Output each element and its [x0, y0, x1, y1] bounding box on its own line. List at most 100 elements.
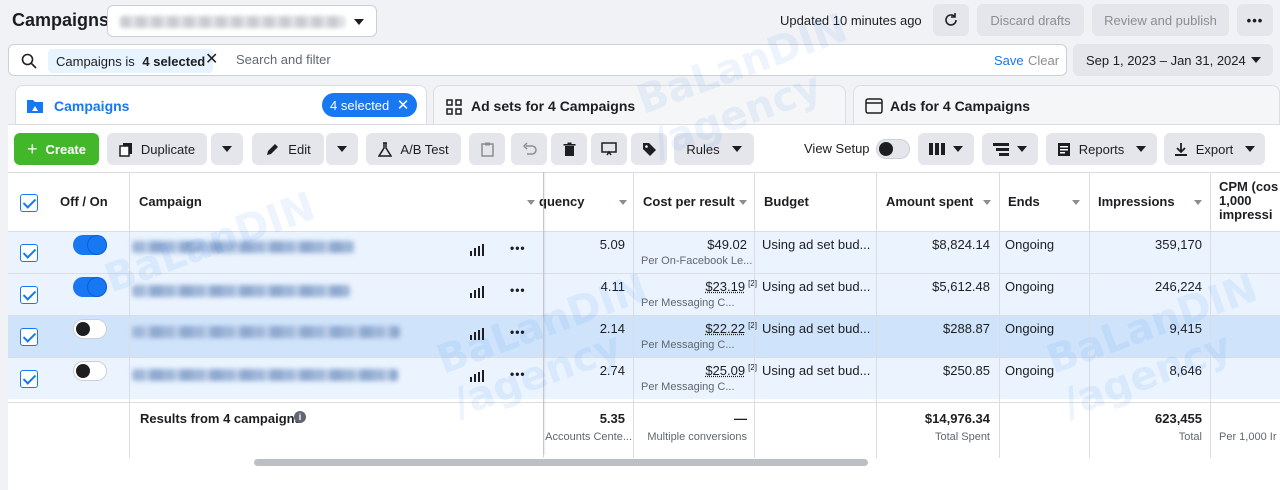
review-publish-button[interactable]: Review and publish [1092, 4, 1229, 36]
campaign-name-redacted[interactable] [132, 369, 398, 381]
duplicate-button[interactable]: Duplicate [107, 133, 207, 165]
column-divider [999, 173, 1000, 458]
campaign-name-redacted[interactable] [132, 241, 354, 253]
row-more-icon[interactable]: ••• [510, 367, 526, 381]
column-header-impressions[interactable]: Impressions [1098, 194, 1175, 209]
export-button[interactable]: Export [1164, 133, 1265, 165]
tab-campaigns[interactable]: Campaigns 4 selected ✕ [15, 85, 427, 127]
ab-test-button[interactable]: A/B Test [366, 133, 461, 165]
tab-campaigns-label: Campaigns [54, 98, 130, 114]
cost-per-result-value: $49.02 [707, 237, 747, 252]
edit-button[interactable]: Edit [252, 133, 324, 165]
breakdown-button[interactable] [982, 133, 1038, 165]
sort-icon[interactable] [1072, 200, 1080, 205]
total-frequency-subtext: Accounts Cente... [545, 431, 632, 443]
row-more-icon[interactable]: ••• [510, 325, 526, 339]
edit-label: Edit [288, 141, 311, 157]
footnote-marker: [2] [748, 363, 757, 372]
campaign-toggle[interactable] [73, 319, 107, 339]
discard-drafts-button[interactable]: Discard drafts [977, 4, 1084, 36]
clear-filter-link[interactable]: Clear [1028, 53, 1059, 68]
chart-bars-icon[interactable] [470, 328, 484, 340]
ad-account-select[interactable] [107, 5, 377, 37]
save-filter-link[interactable]: Save [994, 53, 1024, 68]
row-checkbox[interactable] [20, 328, 38, 346]
duplicate-dropdown[interactable] [211, 133, 243, 165]
row-more-icon[interactable]: ••• [510, 283, 526, 297]
edit-dropdown[interactable] [326, 133, 358, 165]
undo-button[interactable] [511, 133, 547, 165]
tag-button[interactable] [631, 133, 667, 165]
chevron-down-icon [1245, 146, 1256, 152]
preview-button[interactable] [591, 133, 627, 165]
chart-bars-icon[interactable] [470, 370, 484, 382]
create-label: Create [45, 141, 86, 157]
ab-test-label: A/B Test [400, 141, 449, 157]
tab-ad-sets[interactable]: Ad sets for 4 Campaigns [433, 85, 846, 127]
rules-button[interactable]: Rules [674, 133, 754, 165]
rules-label: Rules [686, 141, 720, 157]
reports-button[interactable]: Reports [1046, 133, 1157, 165]
sort-icon[interactable] [1194, 200, 1202, 205]
date-range-label: Sep 1, 2023 – Jan 31, 2024 [1086, 52, 1246, 68]
campaigns-table: Off / On Campaign quency Cost per result… [8, 172, 1280, 458]
reports-icon [1057, 142, 1070, 156]
more-options-button[interactable]: ••• [1237, 4, 1273, 36]
column-header-ends[interactable]: Ends [1008, 194, 1040, 209]
cost-per-result-subtext: Per On-Facebook Le... [641, 255, 753, 267]
column-header-cpm[interactable]: CPM (cos 1,000 impressi [1219, 180, 1278, 222]
selected-count-pill[interactable]: 4 selected ✕ [322, 93, 418, 117]
campaign-toggle[interactable] [73, 361, 107, 381]
grid-icon [446, 99, 462, 115]
columns-button[interactable] [918, 133, 974, 165]
campaign-toggle[interactable] [73, 235, 107, 255]
delete-button[interactable] [551, 133, 587, 165]
tab-ads[interactable]: Ads for 4 Campaigns [853, 85, 1280, 127]
campaign-name-redacted[interactable] [132, 326, 400, 338]
chart-bars-icon[interactable] [470, 244, 484, 256]
row-checkbox[interactable] [20, 244, 38, 262]
refresh-button[interactable] [933, 4, 969, 36]
create-button[interactable]: + Create [14, 133, 99, 165]
row-checkbox[interactable] [20, 286, 38, 304]
budget-value: Using ad set bud... [762, 363, 871, 378]
select-all-checkbox[interactable] [20, 194, 38, 212]
column-header-off-on: Off / On [60, 194, 108, 209]
remove-filter-icon[interactable]: ✕ [205, 51, 218, 69]
cpm-header-line3: impressi [1219, 207, 1273, 222]
column-header-budget[interactable]: Budget [764, 194, 809, 209]
selected-count-label: 4 selected [330, 97, 390, 113]
chart-bars-icon[interactable] [470, 286, 484, 298]
column-header-amount-spent[interactable]: Amount spent [886, 194, 973, 209]
column-header-cost-per-result[interactable]: Cost per result [643, 194, 735, 209]
campaign-name-redacted[interactable] [132, 285, 350, 297]
folder-icon [27, 100, 43, 113]
date-range-picker[interactable]: Sep 1, 2023 – Jan 31, 2024 [1073, 44, 1273, 76]
clipboard-button[interactable] [469, 133, 505, 165]
filter-chip-prefix: Campaigns is [56, 53, 139, 69]
budget-value: Using ad set bud... [762, 279, 871, 294]
footnote-marker: [2] [748, 279, 757, 288]
row-checkbox[interactable] [20, 370, 38, 388]
chevron-down-icon [1017, 146, 1027, 152]
campaign-toggle[interactable] [73, 277, 107, 297]
chevron-down-icon [1136, 146, 1147, 152]
view-setup-toggle[interactable] [876, 139, 910, 159]
cost-per-result-subtext: Per Messaging C... [641, 339, 735, 351]
chevron-down-icon [953, 146, 963, 152]
sort-icon[interactable] [739, 200, 747, 205]
ends-value: Ongoing [1005, 363, 1055, 378]
filter-chip[interactable]: Campaigns is 4 selected [48, 49, 214, 73]
column-header-campaign[interactable]: Campaign [139, 194, 202, 209]
sort-icon[interactable] [619, 200, 627, 205]
info-icon[interactable]: i [294, 411, 306, 423]
chevron-down-icon [222, 146, 232, 152]
row-more-icon[interactable]: ••• [510, 241, 526, 255]
budget-value: Using ad set bud... [762, 237, 871, 252]
horizontal-scrollbar[interactable] [254, 459, 868, 466]
sort-icon[interactable] [983, 200, 991, 205]
sort-icon[interactable] [527, 200, 535, 205]
search-input[interactable] [236, 52, 736, 67]
chevron-down-icon [337, 146, 347, 152]
clear-selection-icon[interactable]: ✕ [397, 96, 410, 114]
